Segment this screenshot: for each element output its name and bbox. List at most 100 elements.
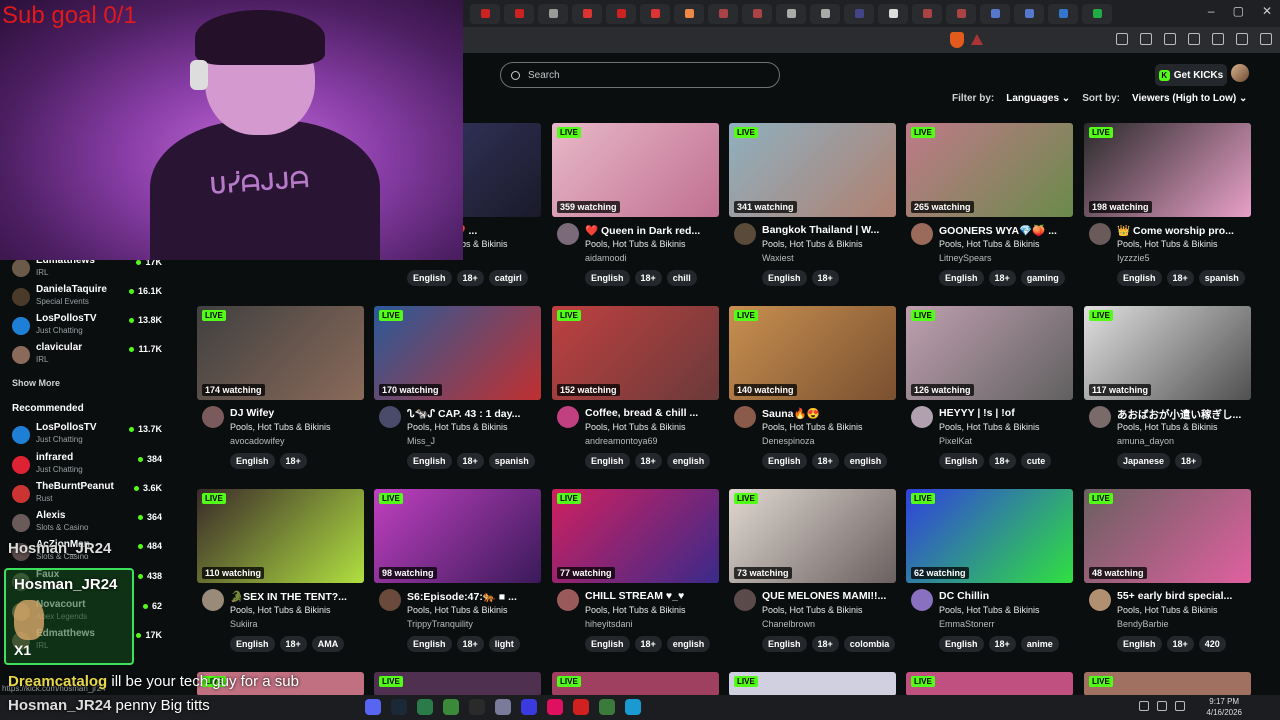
tag-chip[interactable]: English <box>762 453 807 469</box>
tag-chip[interactable]: English <box>585 636 630 652</box>
browser-tab[interactable] <box>606 3 636 24</box>
stream-card[interactable]: LIVE 140 watching Sauna🔥😍 Pools, Hot Tubs &… <box>729 306 896 471</box>
stream-category[interactable]: Pools, Hot Tubs & Bikinis <box>585 422 686 432</box>
close-icon[interactable]: ✕ <box>1262 4 1272 18</box>
stream-thumbnail[interactable]: LIVE 152 watching <box>552 306 719 400</box>
shield-app-icon[interactable] <box>495 699 511 715</box>
streamer-username[interactable]: Miss_J <box>407 436 435 446</box>
browser-tab[interactable] <box>776 3 806 24</box>
stream-card[interactable]: LIVE 126 watching HEYYY | !s | !of Pools, H… <box>906 306 1073 471</box>
languages-dropdown[interactable]: Languages ⌄ <box>1006 93 1070 104</box>
stream-category[interactable]: Pools, Hot Tubs & Bikinis <box>939 239 1040 249</box>
stream-thumbnail[interactable]: LIVE <box>552 672 719 696</box>
browser-tab[interactable] <box>470 3 500 24</box>
tag-chip[interactable]: anime <box>1020 636 1059 652</box>
stream-title[interactable]: DC Chillin <box>939 590 1073 602</box>
streamer-username[interactable]: Iyzzzie5 <box>1117 253 1150 263</box>
streamer-username[interactable]: aidamoodi <box>585 253 627 263</box>
stream-card[interactable]: LIVE 73 watching QUE MELONES MAMI!!... Pool… <box>729 489 896 654</box>
stream-title[interactable]: ❤️ Queen in Dark red... <box>585 224 719 237</box>
streamer-username[interactable]: hiheyitsdani <box>585 619 633 629</box>
stream-card[interactable]: LIVE 198 watching 👑 Come worship pro... Poo… <box>1084 123 1251 288</box>
stream-thumbnail[interactable]: LIVE <box>729 672 896 696</box>
tag-chip[interactable]: English <box>407 453 452 469</box>
stream-title[interactable]: あおばおが小遣い稼ぎし... <box>1117 407 1251 422</box>
sidebar-channel[interactable]: LosPollosTV Just Chatting 13.7K <box>12 422 162 448</box>
tag-chip[interactable]: Japanese <box>1117 453 1171 469</box>
browser-tab[interactable] <box>742 3 772 24</box>
streamer-avatar[interactable] <box>911 406 933 428</box>
streamer-avatar[interactable] <box>1089 589 1111 611</box>
search-bar[interactable] <box>500 62 780 88</box>
streamer-username[interactable]: PixelKat <box>939 436 972 446</box>
stream-thumbnail[interactable]: LIVE 48 watching <box>1084 489 1251 583</box>
tag-chip[interactable]: spanish <box>488 453 535 469</box>
browser-icon[interactable] <box>469 699 485 715</box>
stream-thumbnail[interactable]: LIVE <box>374 672 541 696</box>
tag-chip[interactable]: english <box>666 453 711 469</box>
maximize-icon[interactable]: ▢ <box>1233 4 1244 18</box>
sidebar-icon[interactable] <box>1164 33 1176 45</box>
stream-thumbnail[interactable]: LIVE 62 watching <box>906 489 1073 583</box>
browser-tab[interactable] <box>1014 3 1044 24</box>
stream-category[interactable]: Pools, Hot Tubs & Bikinis <box>230 422 331 432</box>
tag-chip[interactable]: english <box>843 453 888 469</box>
stream-card[interactable]: LIVE 117 watching あおばおが小遣い稼ぎし... Pools, Hot… <box>1084 306 1251 471</box>
streamer-username[interactable]: LitneySpears <box>939 253 992 263</box>
stream-card[interactable]: LIVE 110 watching 🐊SEX IN THE TENT?... Pool… <box>197 489 364 654</box>
streamer-avatar[interactable] <box>202 589 224 611</box>
sidebar-channel[interactable]: Alexis Slots & Casino 364 <box>12 510 162 536</box>
stream-category[interactable]: Pools, Hot Tubs & Bikinis <box>939 422 1040 432</box>
stream-thumbnail[interactable]: LIVE 140 watching <box>729 306 896 400</box>
streamer-avatar[interactable] <box>557 223 579 245</box>
show-more-link[interactable]: Show More <box>12 378 60 388</box>
streamer-avatar[interactable] <box>379 406 401 428</box>
tag-chip[interactable]: gaming <box>1020 270 1065 286</box>
leo-icon[interactable] <box>1212 33 1224 45</box>
stream-title[interactable]: HEYYY | !s | !of <box>939 407 1073 419</box>
brave-shield-icon[interactable] <box>950 32 964 48</box>
stream-category[interactable]: Pools, Hot Tubs & Bikinis <box>407 422 508 432</box>
stream-category[interactable]: Pools, Hot Tubs & Bikinis <box>1117 605 1218 615</box>
tag-chip[interactable]: 18+ <box>634 636 662 652</box>
tag-chip[interactable]: light <box>488 636 520 652</box>
tag-chip[interactable]: spanish <box>1198 270 1245 286</box>
tag-chip[interactable]: 18+ <box>456 636 484 652</box>
browser-tab[interactable] <box>844 3 874 24</box>
stream-thumbnail[interactable]: LIVE 174 watching <box>197 306 364 400</box>
stream-thumbnail[interactable]: LIVE 341 watching <box>729 123 896 217</box>
stream-category[interactable]: Pools, Hot Tubs & Bikinis <box>585 239 686 249</box>
stream-thumbnail[interactable]: LIVE 359 watching <box>552 123 719 217</box>
stream-category[interactable]: Pools, Hot Tubs & Bikinis <box>762 422 863 432</box>
menu-icon[interactable] <box>1260 33 1272 45</box>
stream-title[interactable]: Bangkok Thailand | W... <box>762 224 896 236</box>
stream-thumbnail[interactable]: LIVE 170 watching <box>374 306 541 400</box>
get-kicks-button[interactable]: K Get KICKs <box>1155 64 1227 86</box>
stream-thumbnail[interactable]: LIVE 265 watching <box>906 123 1073 217</box>
sort-dropdown[interactable]: Viewers (High to Low) ⌄ <box>1132 93 1247 104</box>
streamer-username[interactable]: EmmaStonerr <box>939 619 995 629</box>
browser-tab[interactable] <box>708 3 738 24</box>
stream-title[interactable]: GOONERS WYA💎🍑 ... <box>939 224 1073 237</box>
browser-tab[interactable] <box>980 3 1010 24</box>
tag-chip[interactable]: 18+ <box>988 453 1016 469</box>
streamer-username[interactable]: TrippyTranquility <box>407 619 473 629</box>
stream-category[interactable]: Pools, Hot Tubs & Bikinis <box>1117 422 1218 432</box>
tag-chip[interactable]: colombia <box>843 636 896 652</box>
discord-icon[interactable] <box>365 699 381 715</box>
stream-title[interactable]: Sauna🔥😍 <box>762 407 896 420</box>
tag-chip[interactable]: 18+ <box>811 636 839 652</box>
tag-chip[interactable]: 18+ <box>634 453 662 469</box>
tag-chip[interactable]: 18+ <box>279 453 307 469</box>
tag-chip[interactable]: English <box>1117 270 1162 286</box>
stream-card[interactable]: LIVE 48 watching 55+ early bird special...… <box>1084 489 1251 654</box>
tag-chip[interactable]: English <box>407 636 452 652</box>
stream-thumbnail[interactable]: LIVE 73 watching <box>729 489 896 583</box>
tag-chip[interactable]: English <box>939 453 984 469</box>
stream-thumbnail[interactable]: LIVE 126 watching <box>906 306 1073 400</box>
stream-category[interactable]: Pools, Hot Tubs & Bikinis <box>585 605 686 615</box>
streamer-avatar[interactable] <box>734 589 756 611</box>
streamer-username[interactable]: Denespinoza <box>762 436 815 446</box>
sidebar-channel[interactable]: TheBurntPeanut Rust 3.6K <box>12 481 162 507</box>
stream-title[interactable]: Coffee, bread & chill ... <box>585 407 719 419</box>
